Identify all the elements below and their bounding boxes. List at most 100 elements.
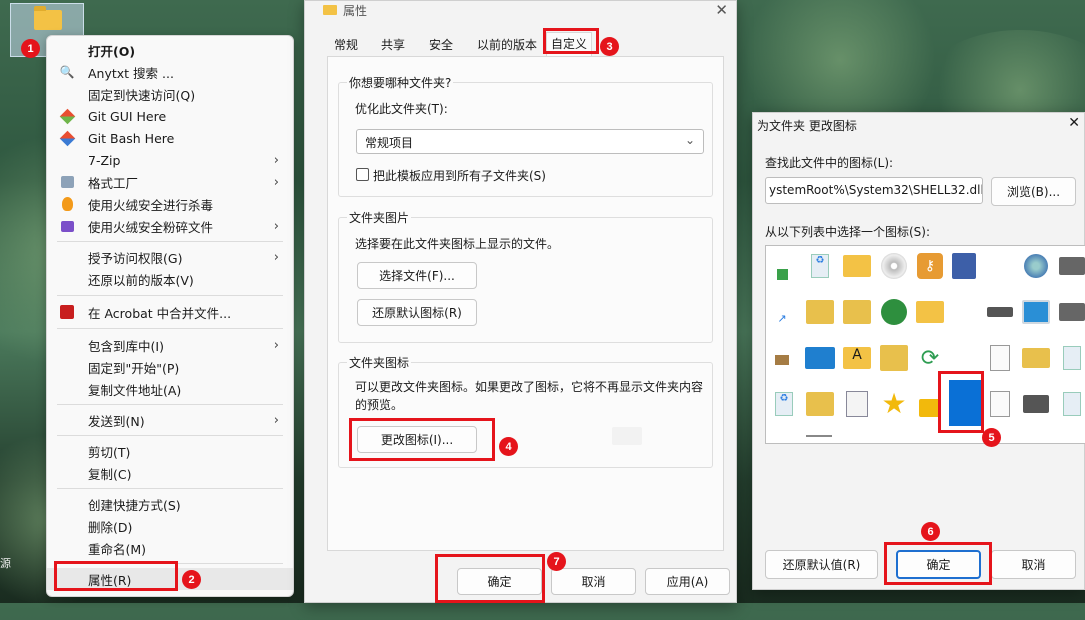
step-badge-1: 1 bbox=[21, 39, 40, 58]
menu-item-label: 复制文件地址(A) bbox=[88, 382, 182, 398]
step-badge-2: 2 bbox=[182, 570, 201, 589]
printer-folder-icon[interactable] bbox=[1020, 342, 1052, 374]
menu-item-label: 在 Acrobat 中合并文件... bbox=[88, 305, 232, 321]
folder-pictures-description: 选择要在此文件夹图标上显示的文件。 bbox=[355, 237, 560, 251]
choose-file-button[interactable]: 选择文件(F)... bbox=[357, 262, 477, 289]
menu-item-cut[interactable]: 剪切(T) bbox=[47, 440, 293, 462]
menu-item-grant-access[interactable]: 授予访问权限(G) › bbox=[47, 246, 293, 268]
sync-icon[interactable]: ⟳ bbox=[914, 342, 946, 374]
tree-icon[interactable] bbox=[878, 296, 910, 328]
menu-separator bbox=[57, 404, 283, 405]
recycle-bin-icon[interactable]: ♻ bbox=[768, 388, 800, 420]
menu-item-create-shortcut[interactable]: 创建快捷方式(S) bbox=[47, 493, 293, 515]
menu-item-7zip[interactable]: 7-Zip › bbox=[47, 149, 293, 171]
cancel-button[interactable]: 取消 bbox=[551, 568, 636, 595]
folder-icon bbox=[34, 6, 62, 30]
restore-default-icon-button[interactable]: 还原默认图标(R) bbox=[357, 299, 477, 326]
server-icon[interactable] bbox=[948, 250, 980, 282]
optimize-select[interactable]: 常规项目 ⌄ bbox=[356, 129, 704, 154]
menu-item-copy[interactable]: 复制(C) bbox=[47, 462, 293, 484]
key-icon[interactable]: ⚷ bbox=[914, 250, 946, 282]
icon-file-path-input[interactable]: ystemRoot%\System32\SHELL32.dll bbox=[765, 177, 983, 204]
computer-folder-icon[interactable] bbox=[878, 342, 910, 374]
dialog-title: 为文件夹 更改图标 bbox=[757, 119, 857, 133]
recycle-bin-icon[interactable] bbox=[1056, 342, 1085, 374]
optimize-select-value: 常规项目 bbox=[365, 136, 414, 150]
chevron-right-icon: › bbox=[273, 412, 279, 428]
menu-item-anytxt[interactable]: 🔍 Anytxt 搜索 ... bbox=[47, 61, 293, 83]
font-folder-icon[interactable]: A bbox=[841, 342, 873, 374]
list-icon[interactable] bbox=[841, 388, 873, 420]
control-panel-icon[interactable] bbox=[1020, 296, 1052, 328]
shortcut-arrow-icon[interactable] bbox=[766, 258, 798, 290]
folder-up-icon[interactable] bbox=[914, 296, 946, 328]
network-search-icon[interactable] bbox=[1020, 250, 1052, 282]
menu-item-open[interactable]: 打开(O) bbox=[47, 39, 293, 61]
step-badge-3: 3 bbox=[600, 37, 619, 56]
tab-security[interactable]: 安全 bbox=[425, 34, 457, 56]
step-badge-4: 4 bbox=[499, 437, 518, 456]
restore-default-button[interactable]: 还原默认值(R) bbox=[765, 550, 878, 579]
group-folder-pictures: 文件夹图片 选择要在此文件夹图标上显示的文件。 选择文件(F)... 还原默认图… bbox=[338, 209, 713, 343]
recycle-bin-icon[interactable]: ♻ bbox=[804, 250, 836, 282]
menu-item-copy-path[interactable]: 复制文件地址(A) bbox=[47, 378, 293, 400]
folder-grid-icon[interactable] bbox=[841, 250, 873, 282]
menu-item-rename[interactable]: 重命名(M) bbox=[47, 537, 293, 559]
window-icon[interactable] bbox=[804, 342, 836, 374]
folder-tools-icon[interactable] bbox=[804, 296, 836, 328]
chevron-right-icon: › bbox=[273, 249, 279, 265]
menu-item-format-factory[interactable]: 格式工厂 › bbox=[47, 171, 293, 193]
huorong-shredder-icon bbox=[59, 218, 75, 234]
cancel-button[interactable]: 取消 bbox=[991, 550, 1076, 579]
menu-item-pin-quick-access[interactable]: 固定到快速访问(Q) bbox=[47, 83, 293, 105]
chevron-right-icon: › bbox=[273, 174, 279, 190]
menu-item-label: 格式工厂 bbox=[88, 175, 139, 191]
star-icon[interactable]: ★ bbox=[878, 388, 910, 420]
shortcut-arrow-icon[interactable]: ↗ bbox=[766, 302, 798, 334]
close-icon[interactable]: ✕ bbox=[1068, 115, 1080, 131]
properties-dialog: 属性 ✕ 常规 共享 安全 以前的版本 自定义 你想要哪种文件夹? 优化此文件夹… bbox=[304, 0, 737, 603]
folder-printer-icon[interactable] bbox=[841, 296, 873, 328]
menu-item-label: 剪切(T) bbox=[88, 444, 131, 460]
menu-item-label: 使用火绒安全进行杀毒 bbox=[88, 197, 214, 213]
menu-item-git-gui[interactable]: Git GUI Here bbox=[47, 105, 293, 127]
printer-icon[interactable] bbox=[1056, 296, 1085, 328]
find-icons-label: 查找此文件中的图标(L): bbox=[765, 156, 894, 170]
tab-previous-versions[interactable]: 以前的版本 bbox=[473, 34, 541, 56]
menu-item-label: 创建快捷方式(S) bbox=[88, 497, 181, 513]
menu-item-send-to[interactable]: 发送到(N) › bbox=[47, 409, 293, 431]
menu-item-delete[interactable]: 删除(D) bbox=[47, 515, 293, 537]
menu-item-huorong-shred[interactable]: 使用火绒安全粉碎文件 › bbox=[47, 215, 293, 237]
recycle-bin-icon[interactable] bbox=[1056, 388, 1085, 420]
menu-item-restore-versions[interactable]: 还原以前的版本(V) bbox=[47, 268, 293, 290]
menu-item-include-library[interactable]: 包含到库中(I) › bbox=[47, 334, 293, 356]
printer-icon[interactable] bbox=[1056, 250, 1085, 282]
menu-item-git-bash[interactable]: Git Bash Here bbox=[47, 127, 293, 149]
close-icon[interactable]: ✕ bbox=[715, 1, 728, 19]
document-icon[interactable] bbox=[984, 342, 1016, 374]
icon-file-path-value: ystemRoot%\System32\SHELL32.dll bbox=[769, 183, 983, 197]
menu-item-label: 固定到快速访问(Q) bbox=[88, 87, 196, 103]
tab-general[interactable]: 常规 bbox=[330, 34, 362, 56]
box-icon[interactable] bbox=[766, 344, 798, 376]
browse-button[interactable]: 浏览(B)... bbox=[991, 177, 1076, 206]
folder-tools-icon[interactable] bbox=[804, 388, 836, 420]
printer-icon[interactable] bbox=[1020, 388, 1052, 420]
menu-separator bbox=[57, 488, 283, 489]
context-menu: 打开(O) 🔍 Anytxt 搜索 ... 固定到快速访问(Q) Git GUI… bbox=[46, 35, 294, 597]
apply-button[interactable]: 应用(A) bbox=[645, 568, 730, 595]
horizontal-scrollbar[interactable] bbox=[806, 435, 832, 437]
apply-subfolders-checkbox[interactable] bbox=[356, 168, 369, 181]
icon-list[interactable]: ♻ ⚷ ↗ A ⟳ ♻ ★ bbox=[765, 245, 1085, 444]
menu-item-label: 发送到(N) bbox=[88, 413, 145, 429]
menu-item-pin-start[interactable]: 固定到"开始"(P) bbox=[47, 356, 293, 378]
search-document-icon[interactable] bbox=[984, 388, 1016, 420]
cd-drive-icon[interactable] bbox=[878, 250, 910, 282]
group-title: 文件夹图标 bbox=[347, 354, 412, 371]
menu-item-huorong-scan[interactable]: 使用火绒安全进行杀毒 bbox=[47, 193, 293, 215]
tab-sharing[interactable]: 共享 bbox=[377, 34, 409, 56]
step-badge-7: 7 bbox=[547, 552, 566, 571]
menu-item-acrobat-merge[interactable]: 在 Acrobat 中合并文件... bbox=[47, 301, 293, 323]
unknown-drive-icon[interactable] bbox=[984, 296, 1016, 328]
callout-box-6 bbox=[884, 542, 992, 585]
